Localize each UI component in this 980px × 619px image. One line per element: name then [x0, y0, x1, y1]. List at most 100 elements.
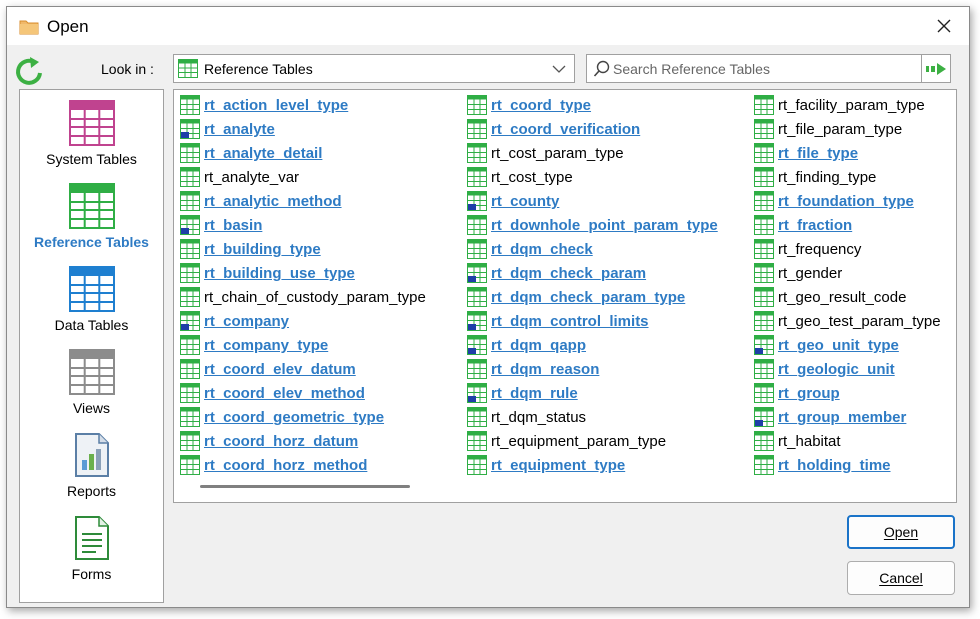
refresh-icon[interactable] [13, 56, 47, 91]
table-name: rt_coord_geometric_type [204, 409, 385, 426]
table-name: rt_coord_horz_method [204, 457, 368, 474]
table-name: rt_finding_type [778, 169, 877, 186]
table-name: rt_analyte_detail [204, 145, 323, 162]
table-green-icon [180, 191, 200, 211]
table-name: rt_equipment_type [491, 457, 626, 474]
table-name: rt_coord_verification [491, 121, 641, 138]
table-green-icon [180, 287, 200, 307]
horizontal-scrollbar[interactable] [200, 485, 410, 488]
search-go-button[interactable] [921, 55, 950, 82]
cancel-button[interactable]: Cancel [847, 561, 955, 595]
table-name: rt_dqm_rule [491, 385, 578, 402]
table-green-icon [180, 143, 200, 163]
table-green-icon [754, 263, 774, 283]
table-green-icon [754, 311, 774, 331]
window-title: Open [47, 17, 89, 36]
table-name: rt_gender [778, 265, 843, 282]
table-name: rt_file_type [778, 145, 859, 162]
table-green-icon [754, 287, 774, 307]
table-green-icon [467, 263, 487, 283]
table-name: rt_company [204, 313, 290, 330]
sidebar-item-label: Forms [71, 566, 112, 582]
arrow-right-icon [926, 62, 946, 75]
table-green-icon [180, 359, 200, 379]
title-bar: Open [7, 7, 969, 45]
search-icon [593, 60, 611, 83]
table-name: rt_county [491, 193, 560, 210]
table-green-icon [180, 335, 200, 355]
table-green-icon [180, 455, 200, 475]
table-name: rt_coord_elev_method [204, 385, 365, 402]
table-green-icon [467, 383, 487, 403]
table-name: rt_analyte [204, 121, 275, 138]
table-green-icon [754, 119, 774, 139]
open-button[interactable]: Open [847, 515, 955, 549]
table-name: rt_coord_horz_datum [204, 433, 359, 450]
sidebar-item-label: Data Tables [54, 317, 129, 333]
table-green-icon [467, 167, 487, 187]
table-green-icon [754, 95, 774, 115]
table-name: rt_coord_type [491, 97, 592, 114]
cancel-button-label: Cancel [879, 570, 923, 586]
sidebar-item-reports[interactable]: Reports [20, 432, 163, 512]
table-name: rt_analytic_method [204, 193, 342, 210]
table-name: rt_equipment_param_type [491, 433, 667, 450]
table-green-icon [180, 263, 200, 283]
table-name: rt_building_type [204, 241, 321, 258]
sidebar-item-system-tables[interactable]: System Tables [20, 100, 163, 180]
places-sidebar: System Tables Reference Tables Data Tabl… [19, 89, 164, 603]
table-green-icon [467, 95, 487, 115]
table-green-icon [180, 383, 200, 403]
table-name: rt_file_param_type [778, 121, 903, 138]
table-green-icon [180, 311, 200, 331]
table-green-icon [467, 119, 487, 139]
table-name: rt_geo_test_param_type [778, 313, 941, 330]
table-green-icon [180, 95, 200, 115]
close-icon [937, 19, 951, 33]
look-in-combobox[interactable]: Reference Tables [173, 54, 575, 83]
table-name: rt_dqm_check_param [491, 265, 647, 282]
close-button[interactable] [919, 7, 969, 45]
table-name: rt_downhole_point_param_type [491, 217, 718, 234]
look-in-row: Look in : Reference Tables [7, 53, 969, 87]
look-in-label: Look in : [101, 61, 154, 77]
table-green-icon [467, 287, 487, 307]
table-name: rt_geologic_unit [778, 361, 895, 378]
open-dialog: Open Look in : Reference Tables Search R… [6, 6, 970, 608]
table-name: rt_building_use_type [204, 265, 355, 282]
table-name: rt_geo_result_code [778, 289, 907, 306]
table-green-icon [754, 143, 774, 163]
sidebar-item-label: Reference Tables [34, 234, 149, 250]
table-green-icon [180, 407, 200, 427]
table-green-icon [754, 407, 774, 427]
table-name: rt_frequency [778, 241, 862, 258]
sidebar-item-label: Views [72, 400, 111, 416]
table-name: rt_habitat [778, 433, 841, 450]
table-green-icon [754, 455, 774, 475]
search-input[interactable] [613, 58, 913, 79]
table-name: rt_geo_unit_type [778, 337, 899, 354]
table-green-icon [467, 311, 487, 331]
table-name: rt_company_type [204, 337, 329, 354]
table-green-icon [754, 431, 774, 451]
table-name: rt_dqm_reason [491, 361, 600, 378]
table-name: rt_basin [204, 217, 263, 234]
sidebar-item-forms[interactable]: Forms [20, 515, 163, 595]
sidebar-item-data-tables[interactable]: Data Tables [20, 266, 163, 346]
chevron-down-icon [552, 62, 566, 80]
table-green-icon [467, 239, 487, 259]
look-in-value: Reference Tables [204, 61, 313, 77]
table-green-icon [754, 359, 774, 379]
table-name: rt_dqm_qapp [491, 337, 587, 354]
table-name: rt_holding_time [778, 457, 891, 474]
table-name: rt_chain_of_custody_param_type [204, 289, 426, 306]
table-green-icon [467, 335, 487, 355]
table-green-icon [68, 183, 115, 229]
sidebar-item-reference-tables[interactable]: Reference Tables [20, 183, 163, 263]
sidebar-item-views[interactable]: Views [20, 349, 163, 429]
folder-icon [19, 18, 39, 40]
table-green-icon [754, 215, 774, 235]
table-green-icon [754, 383, 774, 403]
table-green-icon [180, 119, 200, 139]
table-name: rt_cost_param_type [491, 145, 624, 162]
